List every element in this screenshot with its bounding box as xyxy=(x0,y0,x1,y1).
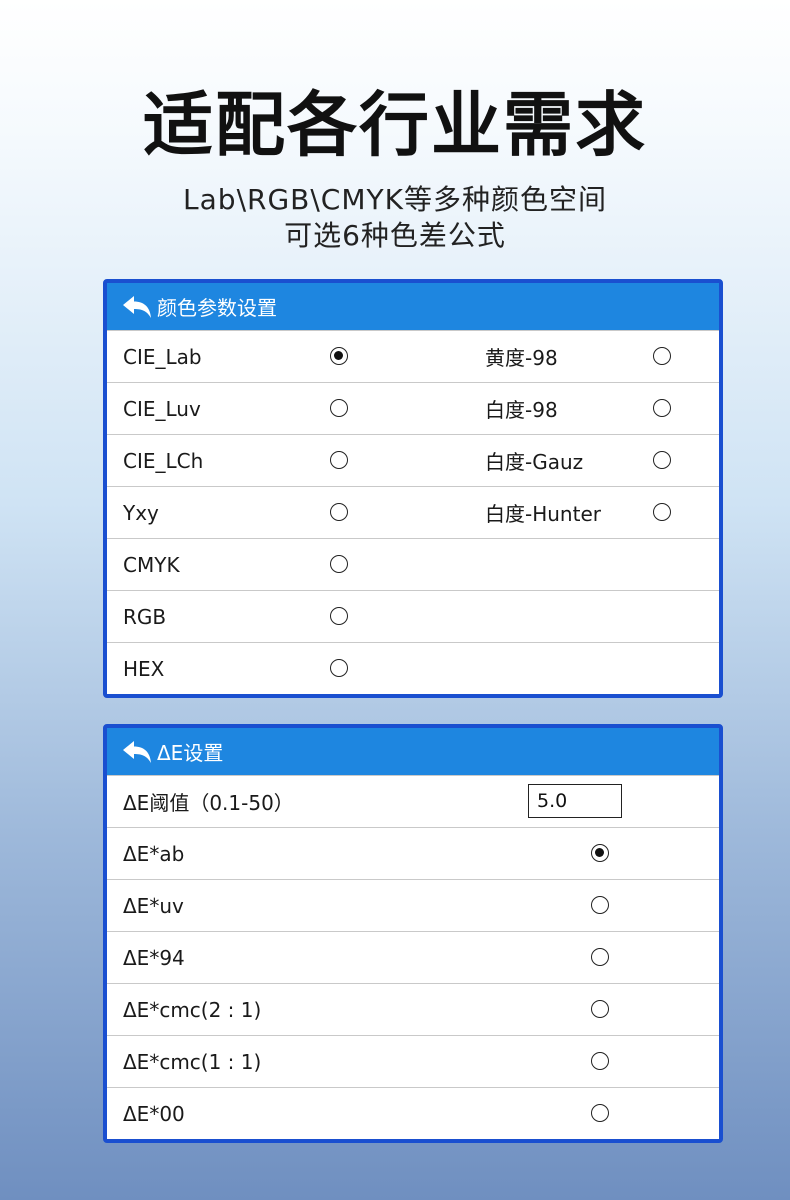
option-label: RGB xyxy=(123,604,167,629)
list-item: CIE_Lab 黄度-98 xyxy=(107,330,719,382)
radio-cmyk[interactable] xyxy=(330,555,348,573)
radio-whiteness-hunter[interactable] xyxy=(653,503,671,521)
panel-title: ΔE设置 xyxy=(157,741,224,765)
radio-de-cmc-2-1[interactable] xyxy=(591,1000,609,1018)
radio-whiteness-98[interactable] xyxy=(653,399,671,417)
list-item: Yxy 白度-Hunter xyxy=(107,486,719,538)
option-label: ΔE*ab xyxy=(123,841,185,866)
delta-e-settings-header: ΔE设置 xyxy=(107,728,719,775)
option-label: ΔE*94 xyxy=(123,945,185,970)
list-item: HEX xyxy=(107,642,719,694)
radio-de-00[interactable] xyxy=(591,1104,609,1122)
radio-de-94[interactable] xyxy=(591,948,609,966)
radio-de-cmc-1-1[interactable] xyxy=(591,1052,609,1070)
threshold-row: ΔE阈值（0.1-50） xyxy=(107,775,719,827)
panel-title: 颜色参数设置 xyxy=(157,296,277,320)
option-label: ΔE*00 xyxy=(123,1101,185,1126)
option-label: 白度-98 xyxy=(485,398,558,422)
subtitle-color-spaces: Lab\RGB\CMYK等多种颜色空间 xyxy=(183,183,607,216)
option-label: CIE_Lab xyxy=(123,344,202,369)
list-item: ΔE*00 xyxy=(107,1087,719,1139)
option-label: 白度-Gauz xyxy=(485,450,584,474)
list-item: CIE_LCh 白度-Gauz xyxy=(107,434,719,486)
list-item: CMYK xyxy=(107,538,719,590)
radio-cie-lch[interactable] xyxy=(330,451,348,469)
radio-whiteness-gauz[interactable] xyxy=(653,451,671,469)
option-label: ΔE*uv xyxy=(123,893,184,918)
radio-rgb[interactable] xyxy=(330,607,348,625)
list-item: ΔE*94 xyxy=(107,931,719,983)
color-settings-panel: 颜色参数设置 CIE_Lab 黄度-98 CIE_Luv 白度-98 CIE_L… xyxy=(103,279,723,698)
option-label: ΔE*cmc(2 : 1) xyxy=(123,997,262,1022)
back-arrow-icon[interactable] xyxy=(121,294,153,320)
option-label: 白度-Hunter xyxy=(485,502,601,526)
threshold-input[interactable] xyxy=(528,784,622,818)
list-item: CIE_Luv 白度-98 xyxy=(107,382,719,434)
color-settings-header: 颜色参数设置 xyxy=(107,283,719,330)
subtitle-formulas: 可选6种色差公式 xyxy=(284,219,506,252)
radio-cie-luv[interactable] xyxy=(330,399,348,417)
list-item: ΔE*ab xyxy=(107,827,719,879)
option-label: CMYK xyxy=(123,552,180,577)
radio-yellowness-98[interactable] xyxy=(653,347,671,365)
option-label: ΔE*cmc(1 : 1) xyxy=(123,1049,262,1074)
option-label: 黄度-98 xyxy=(485,346,558,370)
option-label: CIE_Luv xyxy=(123,396,201,421)
radio-yxy[interactable] xyxy=(330,503,348,521)
threshold-label: ΔE阈值（0.1-50） xyxy=(123,791,294,815)
list-item: RGB xyxy=(107,590,719,642)
option-label: HEX xyxy=(123,656,165,681)
list-item: ΔE*cmc(1 : 1) xyxy=(107,1035,719,1087)
option-label: CIE_LCh xyxy=(123,448,204,473)
radio-cie-lab[interactable] xyxy=(330,347,348,365)
list-item: ΔE*cmc(2 : 1) xyxy=(107,983,719,1035)
radio-hex[interactable] xyxy=(330,659,348,677)
page-headline: 适配各行业需求 xyxy=(143,84,647,166)
radio-de-uv[interactable] xyxy=(591,896,609,914)
option-label: Yxy xyxy=(123,500,159,525)
radio-de-ab[interactable] xyxy=(591,844,609,862)
delta-e-settings-panel: ΔE设置 ΔE阈值（0.1-50） ΔE*ab ΔE*uv ΔE*94 ΔE*c… xyxy=(103,724,723,1143)
back-arrow-icon[interactable] xyxy=(121,739,153,765)
list-item: ΔE*uv xyxy=(107,879,719,931)
